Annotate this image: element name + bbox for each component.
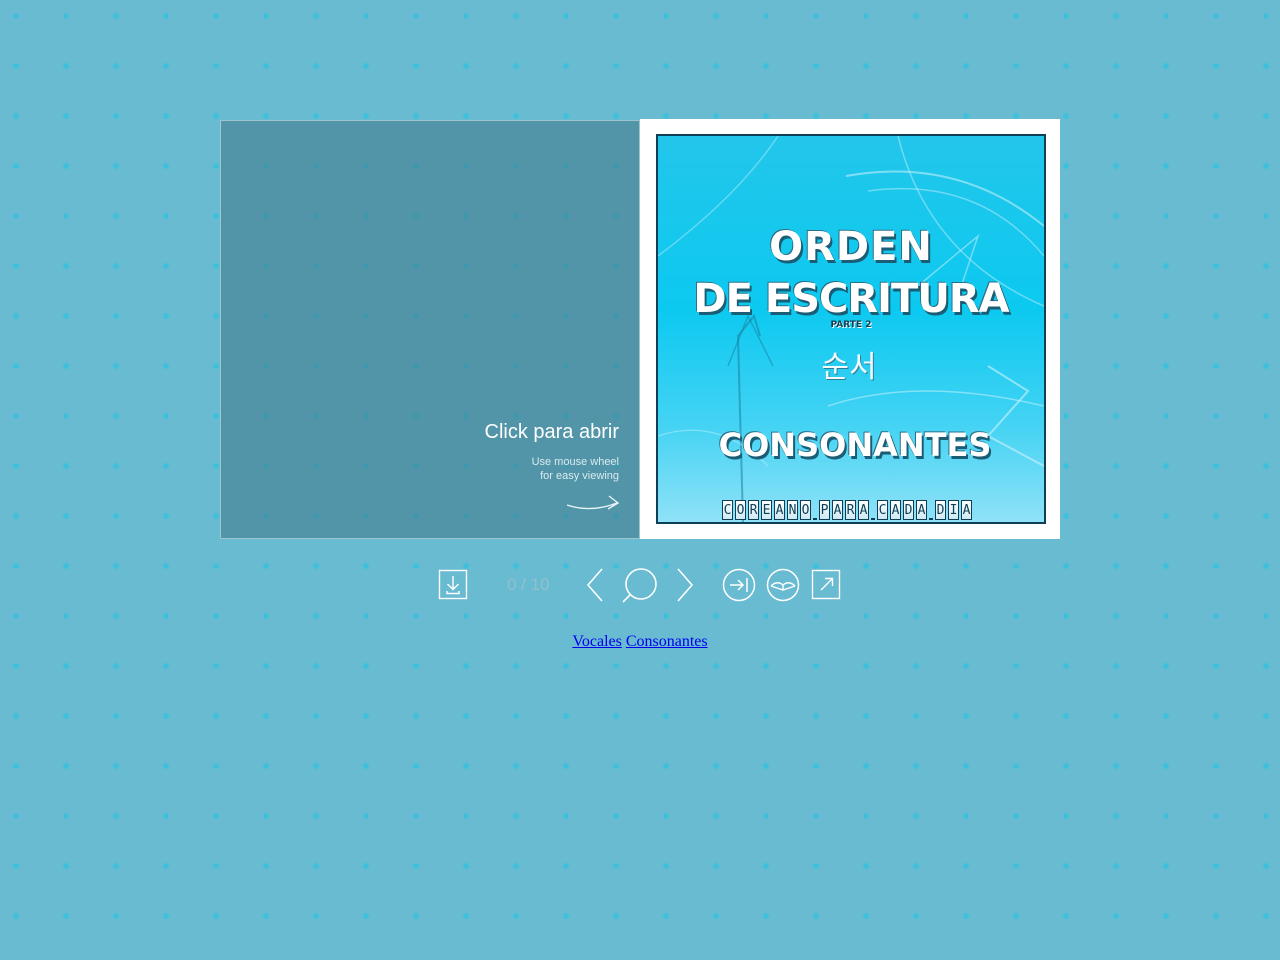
- brand-letter: A: [774, 500, 785, 520]
- chevron-left-icon: [586, 568, 603, 602]
- flipbook-toolbar: 0 / 10: [438, 565, 848, 605]
- brand-letter: O: [800, 500, 811, 520]
- magnifier-icon: [622, 568, 657, 603]
- download-button[interactable]: [438, 565, 468, 605]
- brand-letter: A: [961, 500, 972, 520]
- brand-letter: E: [761, 500, 772, 520]
- cover-section-title: CONSONANTES: [718, 426, 992, 464]
- brand-letter: R: [748, 500, 759, 520]
- open-book-label: Click para abrir: [484, 421, 619, 443]
- cover-subtitle: PARTE 2: [830, 320, 872, 330]
- cover-korean-text: 순서: [821, 350, 877, 385]
- last-page-button[interactable]: [721, 565, 757, 605]
- brand-gap: [871, 500, 875, 520]
- link-vocales[interactable]: Vocales: [572, 633, 621, 650]
- brand-letter: A: [890, 500, 901, 520]
- hint-line-1: Use mouse wheel: [531, 456, 619, 468]
- cover-brand-banner: COREANOPARACADADIA: [722, 500, 974, 522]
- fullscreen-icon: [811, 569, 841, 600]
- download-icon: [438, 569, 468, 600]
- fullscreen-button[interactable]: [810, 565, 842, 605]
- brand-letter: D: [935, 500, 946, 520]
- brand-letter: N: [787, 500, 798, 520]
- cover-page[interactable]: ORDEN DE ESCRITURA PARTE 2 순서 CONSONANTE…: [640, 119, 1060, 539]
- left-page-open-area[interactable]: Click para abrir Use mouse wheel for eas…: [220, 120, 640, 539]
- curved-arrow-icon: [566, 495, 620, 510]
- open-book-icon: [766, 568, 800, 602]
- cover-image: ORDEN DE ESCRITURA PARTE 2 순서 CONSONANTE…: [656, 134, 1046, 524]
- brand-letter: A: [832, 500, 843, 520]
- page-links: Vocales Consonantes: [0, 633, 1280, 651]
- next-page-button[interactable]: [674, 565, 696, 605]
- chevron-right-icon: [677, 568, 694, 602]
- cover-title-line-1: ORDEN: [769, 224, 933, 270]
- table-of-contents-button[interactable]: [765, 565, 801, 605]
- brand-letter: P: [819, 500, 830, 520]
- brand-gap: [929, 500, 933, 520]
- brand-letter: C: [877, 500, 888, 520]
- brand-letter: A: [858, 500, 869, 520]
- zoom-button[interactable]: [621, 565, 659, 605]
- link-consonantes[interactable]: Consonantes: [626, 633, 708, 650]
- brand-letter: D: [903, 500, 914, 520]
- brand-gap: [813, 500, 817, 520]
- brand-letter: O: [735, 500, 746, 520]
- cover-title-line-2: DE ESCRITURA: [693, 276, 1009, 322]
- last-page-icon: [722, 568, 756, 602]
- brand-letter: C: [722, 500, 733, 520]
- brand-letter: I: [948, 500, 959, 520]
- flipbook: Click para abrir Use mouse wheel for eas…: [220, 119, 1060, 539]
- previous-page-button[interactable]: [584, 565, 606, 605]
- usage-hint: Use mouse wheel for easy viewing: [532, 455, 619, 483]
- brand-letter: R: [845, 500, 856, 520]
- brand-letter: A: [916, 500, 927, 520]
- hint-line-2: for easy viewing: [540, 470, 619, 482]
- page-counter: 0 / 10: [507, 575, 550, 594]
